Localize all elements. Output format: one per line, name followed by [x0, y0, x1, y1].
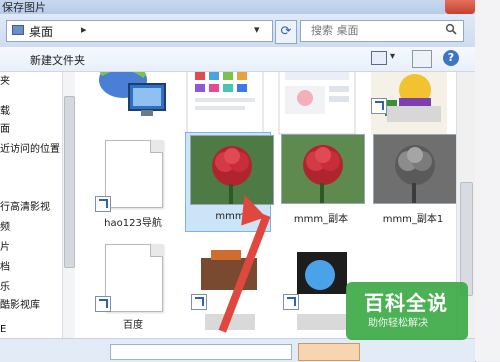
file-name-field[interactable]: [110, 344, 292, 360]
nav-item-computer[interactable]: E: [0, 324, 6, 335]
close-button[interactable]: [445, 0, 475, 14]
help-icon[interactable]: ?: [443, 50, 459, 66]
content-scroll-thumb[interactable]: [460, 182, 473, 296]
background-page: [475, 0, 500, 361]
nav-item-videos[interactable]: 频: [0, 218, 10, 233]
file-label: mmm_副本1: [382, 214, 444, 225]
nav-item-documents[interactable]: 档: [0, 258, 10, 273]
folder-icon: [12, 25, 24, 35]
shortcut-arrow-icon: [95, 296, 111, 312]
blurred-thumbnail: [305, 260, 335, 290]
blurred-label: [297, 314, 347, 330]
nav-item-recent-places[interactable]: 近访问的位置: [0, 140, 60, 155]
document-icon: [105, 140, 163, 208]
rose-photo-thumbnail: [281, 134, 365, 204]
file-tile[interactable]: mmm_副本: [277, 132, 365, 232]
rose-photo-thumbnail: [190, 135, 274, 205]
file-label: mmm_副本: [293, 214, 349, 225]
new-folder-button[interactable]: 新建文件夹: [30, 52, 85, 68]
shortcut-arrow-icon: [283, 294, 299, 310]
nav-item-pictures[interactable]: 片: [0, 238, 10, 253]
watermark: 百科全说 助你轻松解决: [346, 282, 468, 340]
file-label: 百度: [123, 320, 143, 331]
nav-scrollbar[interactable]: [62, 72, 75, 338]
address-bar: 桌面 ▸ ▾ ⟳: [0, 14, 475, 48]
nav-item-hd-video[interactable]: 行高清影视: [0, 198, 50, 213]
title-bar: 保存图片: [0, 0, 475, 15]
blurred-thumbnail: [211, 250, 241, 260]
search-input[interactable]: [309, 23, 431, 38]
nav-item-desktop[interactable]: 面: [0, 120, 10, 135]
bottom-bar: [0, 338, 475, 362]
nav-item-video-library[interactable]: 酷影视库: [0, 296, 40, 311]
grayscale-rose-thumbnail: [373, 134, 457, 204]
nav-item-favorites[interactable]: 夹: [0, 72, 10, 87]
location-text: 桌面: [29, 25, 54, 39]
nav-item-downloads[interactable]: 载: [0, 102, 10, 117]
refresh-icon[interactable]: ⟳: [275, 20, 297, 44]
command-toolbar: 新建文件夹 ▾ ?: [0, 47, 475, 72]
webpage-thumbnail: [278, 72, 356, 135]
location-field[interactable]: 桌面 ▸ ▾: [6, 20, 273, 42]
file-tile[interactable]: hao123导航: [89, 134, 177, 234]
view-dropdown-icon[interactable]: ▾: [390, 51, 395, 62]
nav-scroll-thumb[interactable]: [64, 96, 75, 268]
shortcut-arrow-icon: [371, 98, 387, 114]
document-icon: [105, 244, 163, 312]
chevron-right-icon[interactable]: ▸: [81, 23, 87, 36]
watermark-subtitle: 助你轻松解决: [368, 318, 428, 329]
search-field[interactable]: [300, 20, 464, 42]
nav-item-music[interactable]: 乐: [0, 278, 10, 293]
file-type-dropdown[interactable]: [298, 343, 360, 361]
webpage-thumbnail: [186, 72, 264, 135]
shortcut-arrow-icon: [95, 196, 111, 212]
chevron-down-icon[interactable]: ▾: [254, 23, 260, 36]
shortcut-arrow-icon: [191, 294, 207, 310]
file-tile[interactable]: 百度: [89, 238, 177, 338]
view-icon[interactable]: [371, 51, 387, 65]
blurred-label: [387, 106, 441, 122]
file-label: hao123导航: [104, 218, 162, 229]
network-icon: [99, 72, 166, 116]
preview-pane-icon[interactable]: [412, 50, 432, 68]
window-title: 保存图片: [2, 1, 46, 14]
search-icon[interactable]: [445, 23, 457, 35]
file-tile[interactable]: mmm_副本1: [369, 132, 457, 232]
watermark-title: 百科全说: [364, 291, 448, 315]
